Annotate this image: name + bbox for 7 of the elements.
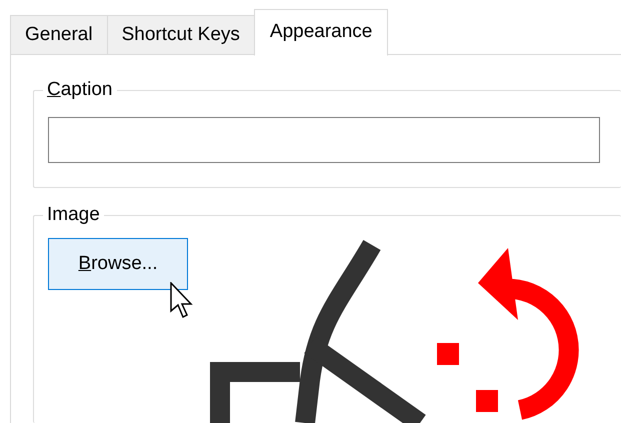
tab[interactable]: Shortcut Keys xyxy=(106,15,255,55)
mouse-pointer-icon xyxy=(170,282,194,320)
caption-input-field[interactable] xyxy=(48,117,600,163)
tab[interactable]: General xyxy=(10,15,108,55)
caption-group-label: Caption xyxy=(43,78,117,102)
tab[interactable]: Appearance xyxy=(254,9,388,56)
browse-button[interactable]: Browse... xyxy=(48,238,188,290)
